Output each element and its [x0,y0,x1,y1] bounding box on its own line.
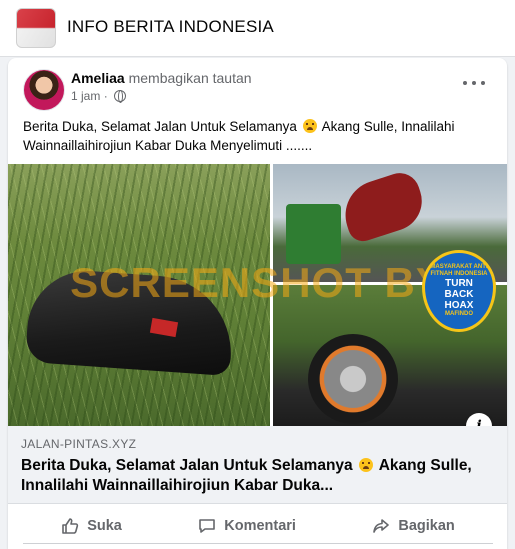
link-title-part1: Berita Duka, Selamat Jalan Untuk Selaman… [21,457,353,474]
globe-icon [114,90,127,103]
tow-truck-shape [286,204,341,264]
comment-button[interactable]: Komentari [198,517,296,535]
like-button[interactable]: Suka [61,517,122,535]
wheel-shape [308,334,398,424]
page-avatar-flag[interactable] [16,8,56,48]
thumbs-up-icon [62,517,79,534]
share-icon [373,518,390,533]
link-preview-image[interactable]: SCREENSHOT BY MASYARAKAT ANTI FITNAH IND… [8,164,507,426]
link-title: Berita Duka, Selamat Jalan Untuk Selaman… [21,456,491,496]
badge-bottom-text: MAFINDO [445,311,473,317]
badge-line-turn: TURN [445,278,473,289]
post-action-text: membagikan tautan [128,70,252,86]
author-avatar[interactable] [23,69,65,111]
link-preview-box[interactable]: JALAN-PINTAS.XYZ Berita Duka, Selamat Ja… [8,426,507,504]
badge-line-back: BACK [444,289,474,300]
post-time[interactable]: 1 jam [71,89,100,103]
post-card: Ameliaa membagikan tautan 1 jam · Berita… [8,58,507,549]
author-line: Ameliaa membagikan tautan [71,70,252,86]
more-options-button[interactable] [463,78,485,88]
share-button[interactable]: Bagikan [372,517,455,535]
weeping-face-icon [358,458,373,472]
badge-line-hoax: HOAX [444,300,474,311]
dot-icon [481,81,485,85]
like-label: Suka [87,517,122,534]
share-label: Bagikan [398,517,455,534]
author-name[interactable]: Ameliaa [71,70,125,86]
dot-icon [463,81,467,85]
badge-top-text: MASYARAKAT ANTI FITNAH INDONESIA [430,264,488,277]
separator-dot: · [103,89,112,103]
dot-icon [472,81,476,85]
comment-icon [199,518,216,533]
comment-label: Komentari [224,517,296,534]
weeping-face-icon [302,119,317,133]
page-name[interactable]: INFO BERITA INDONESIA [67,17,274,37]
post-actions-bar: Suka Komentari Bagikan [23,508,493,544]
post-meta: 1 jam · [71,89,127,103]
post-text-part1: Berita Duka, Selamat Jalan Untuk Selaman… [23,119,297,134]
post-text: Berita Duka, Selamat Jalan Untuk Selaman… [23,117,493,155]
link-domain: JALAN-PINTAS.XYZ [21,437,137,451]
page-header: INFO BERITA INDONESIA [0,0,515,57]
